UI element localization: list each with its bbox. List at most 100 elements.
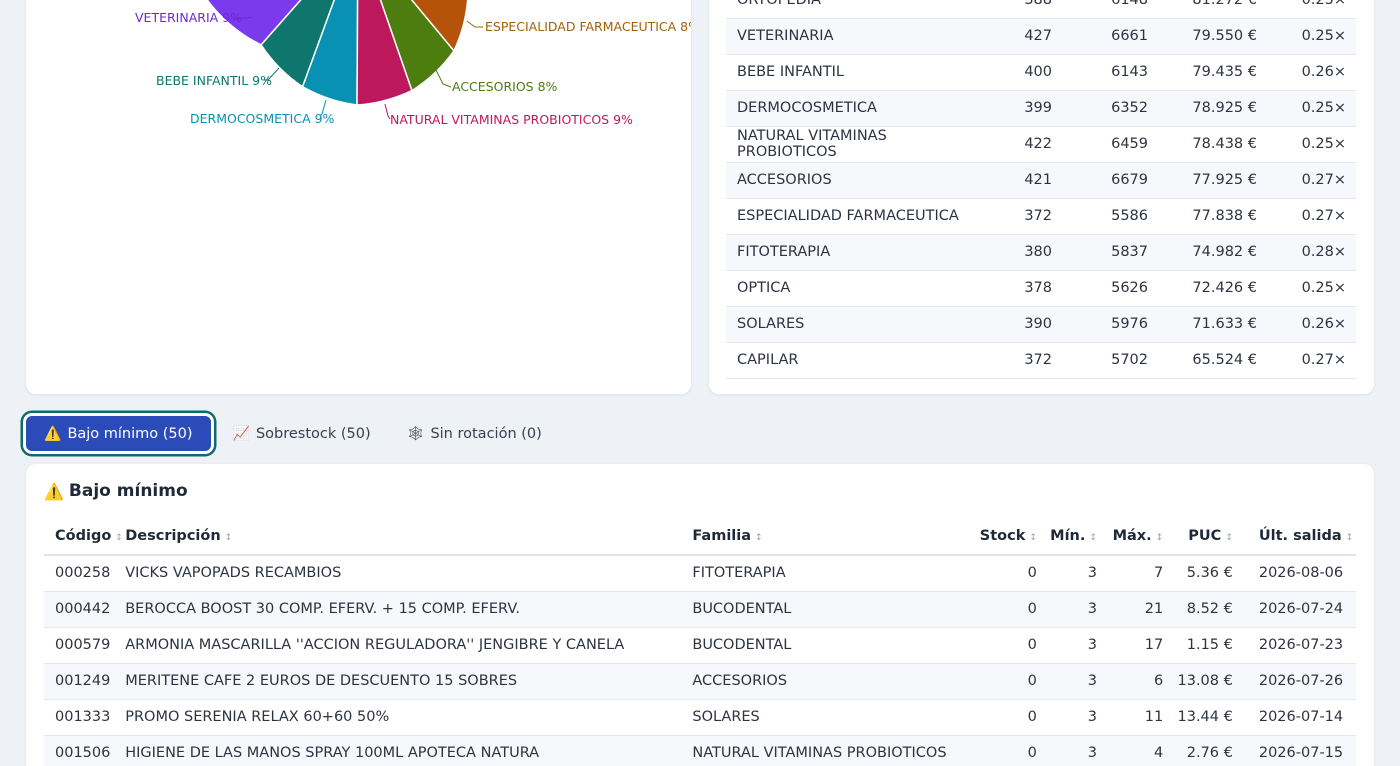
product-stock: 0 xyxy=(946,699,1041,736)
product-max: 11 xyxy=(1100,699,1168,736)
family-rotation: 0.25× xyxy=(1257,0,1356,19)
family-count: 421 xyxy=(967,162,1052,199)
family-units: 5837 xyxy=(1052,234,1148,271)
family-units: 6148 xyxy=(1052,0,1148,19)
product-code: 001249 xyxy=(44,663,126,700)
tab-sobrestock[interactable]: 📈 Sobrestock (50) xyxy=(215,416,389,451)
table-row[interactable]: OPTICA 378 5626 72.426 €0.25× xyxy=(726,270,1356,307)
spider-web-icon: 🕸 xyxy=(406,425,425,442)
table-row[interactable]: 000579 ARMONIA MASCARILLA ''ACCION REGULA… xyxy=(44,627,1356,664)
table-row[interactable]: VETERINARIA 427 6661 79.550 €0.25× xyxy=(726,18,1356,55)
family-units: 6143 xyxy=(1052,54,1148,91)
product-code: 000258 xyxy=(44,555,126,592)
family-value: 78.925 € xyxy=(1148,90,1257,127)
family-count: 422 xyxy=(967,126,1052,163)
table-row[interactable]: 001506 HIGIENE DE LAS MANOS SPRAY 100ML A… xyxy=(44,735,1356,766)
family-units: 6459 xyxy=(1052,126,1148,163)
product-code: 000442 xyxy=(44,591,126,628)
table-row[interactable]: 000442 BEROCCA BOOST 30 COMP. EFERV. + 15… xyxy=(44,591,1356,628)
family-name: SOLARES xyxy=(726,306,967,343)
family-name: NATURAL VITAMINAS PROBIOTICOS xyxy=(726,126,967,163)
column-header-descripcion[interactable]: Descripción ↕ xyxy=(125,518,693,556)
sort-icon: ↕ xyxy=(755,533,763,543)
product-last-sale: 2026-07-23 xyxy=(1236,627,1356,664)
product-max: 6 xyxy=(1100,663,1168,700)
family-summary-card: ORTOPEDIA388614881.272 €0.25×VETERINARIA… xyxy=(709,0,1374,394)
product-description: PROMO SERENIA RELAX 60+60 50% xyxy=(125,699,693,736)
sort-icon: ↕ xyxy=(1155,533,1164,543)
table-row[interactable]: 001333 PROMO SERENIA RELAX 60+60 50% SOLAR… xyxy=(44,699,1356,736)
family-value: 78.438 € xyxy=(1148,126,1257,163)
family-count: 380 xyxy=(967,234,1052,271)
family-name: ACCESORIOS xyxy=(726,162,967,199)
pie-label-natural: NATURAL VITAMINAS PROBIOTICOS 9% xyxy=(390,112,633,127)
family-count: 388 xyxy=(967,0,1052,19)
column-header-codigo[interactable]: Código ↕ xyxy=(44,518,126,556)
family-rotation: 0.25× xyxy=(1257,126,1356,163)
column-header-min[interactable]: Mín. ↕ xyxy=(1040,518,1101,556)
column-header-ult-salida[interactable]: Últ. salida ↕ xyxy=(1236,518,1356,556)
pie-label-bebe-infantil: BEBE INFANTIL 9% xyxy=(156,73,272,88)
bajo-minimo-card: ⚠️ Bajo mínimo Código ↕ Descripción ↕ Fami… xyxy=(26,464,1374,766)
family-name: OPTICA xyxy=(726,270,967,307)
table-row[interactable]: DERMOCOSMETICA 399 6352 78.925 €0.25× xyxy=(726,90,1356,127)
table-row[interactable]: ESPECIALIDAD FARMACEUTICA 372 5586 77.838 €… xyxy=(726,198,1356,235)
pie-label-veterinaria: VETERINARIA 9% xyxy=(135,10,242,25)
tab-label: Sobrestock (50) xyxy=(255,425,371,442)
product-min: 3 xyxy=(1040,591,1101,628)
tab-label: Bajo mínimo (50) xyxy=(67,425,193,442)
product-code: 001506 xyxy=(44,735,126,766)
family-rotation: 0.26× xyxy=(1257,306,1356,343)
family-units: 5976 xyxy=(1052,306,1148,343)
family-rotation: 0.27× xyxy=(1257,162,1356,199)
sort-icon: ↕ xyxy=(1029,533,1037,543)
warning-icon: ⚠️ xyxy=(44,425,62,442)
family-rotation: 0.28× xyxy=(1257,234,1356,271)
column-header-puc[interactable]: PUC ↕ xyxy=(1167,518,1237,556)
table-row[interactable]: CAPILAR 372 5702 65.524 €0.27× xyxy=(726,342,1356,379)
family-rotation: 0.26× xyxy=(1257,54,1356,91)
product-min: 3 xyxy=(1040,735,1101,766)
product-last-sale: 2026-07-24 xyxy=(1236,591,1356,628)
table-row[interactable]: FITOTERAPIA 380 5837 74.982 €0.28× xyxy=(726,234,1356,271)
family-units: 5702 xyxy=(1052,342,1148,379)
product-max: 4 xyxy=(1100,735,1168,766)
family-name: CAPILAR xyxy=(726,342,967,379)
tab-sin-rotacion[interactable]: 🕸 Sin rotación (0) xyxy=(389,416,560,451)
family-name: DERMOCOSMETICA xyxy=(726,90,967,127)
table-row[interactable]: NATURAL VITAMINAS PROBIOTICOS 422 6459 78.4… xyxy=(726,126,1356,163)
table-row[interactable]: BEBE INFANTIL 400 6143 79.435 €0.26× xyxy=(726,54,1356,91)
family-count: 378 xyxy=(967,270,1052,307)
column-header-stock[interactable]: Stock ↕ xyxy=(946,518,1041,556)
product-description: ARMONIA MASCARILLA ''ACCION REGULADORA''… xyxy=(125,627,693,664)
section-title-text: Bajo mínimo xyxy=(68,481,188,501)
family-name: ORTOPEDIA xyxy=(726,0,967,19)
column-header-max[interactable]: Máx. ↕ xyxy=(1100,518,1168,556)
product-max: 17 xyxy=(1100,627,1168,664)
table-row[interactable]: SOLARES 390 5976 71.633 €0.26× xyxy=(726,306,1356,343)
product-stock: 0 xyxy=(946,735,1041,766)
product-family: FITOTERAPIA xyxy=(692,555,947,592)
table-row[interactable]: 001249 MERITENE CAFE 2 EUROS DE DESCUENTO… xyxy=(44,663,1356,700)
product-description: HIGIENE DE LAS MANOS SPRAY 100ML APOTECA… xyxy=(125,735,693,766)
column-header-familia[interactable]: Familia ↕ xyxy=(692,518,947,556)
product-min: 3 xyxy=(1040,663,1101,700)
table-row[interactable]: ACCESORIOS 421 6679 77.925 €0.27× xyxy=(726,162,1356,199)
product-min: 3 xyxy=(1040,555,1101,592)
family-units: 6661 xyxy=(1052,18,1148,55)
family-count: 427 xyxy=(967,18,1052,55)
product-puc: 13.44 € xyxy=(1167,699,1237,736)
family-value: 74.982 € xyxy=(1148,234,1257,271)
family-name: FITOTERAPIA xyxy=(726,234,967,271)
tab-bajo-minimo[interactable]: ⚠️ Bajo mínimo (50) xyxy=(26,416,211,451)
product-puc: 1.15 € xyxy=(1167,627,1237,664)
product-stock: 0 xyxy=(946,555,1041,592)
product-max: 7 xyxy=(1100,555,1168,592)
family-count: 390 xyxy=(967,306,1052,343)
family-value: 79.550 € xyxy=(1148,18,1257,55)
product-puc: 5.36 € xyxy=(1167,555,1237,592)
product-description: VICKS VAPOPADS RECAMBIOS xyxy=(125,555,693,592)
table-row[interactable]: 000258 VICKS VAPOPADS RECAMBIOS FITOTERAPI… xyxy=(44,555,1356,592)
family-units: 5586 xyxy=(1052,198,1148,235)
table-row[interactable]: ORTOPEDIA388614881.272 €0.25× xyxy=(726,0,1356,19)
